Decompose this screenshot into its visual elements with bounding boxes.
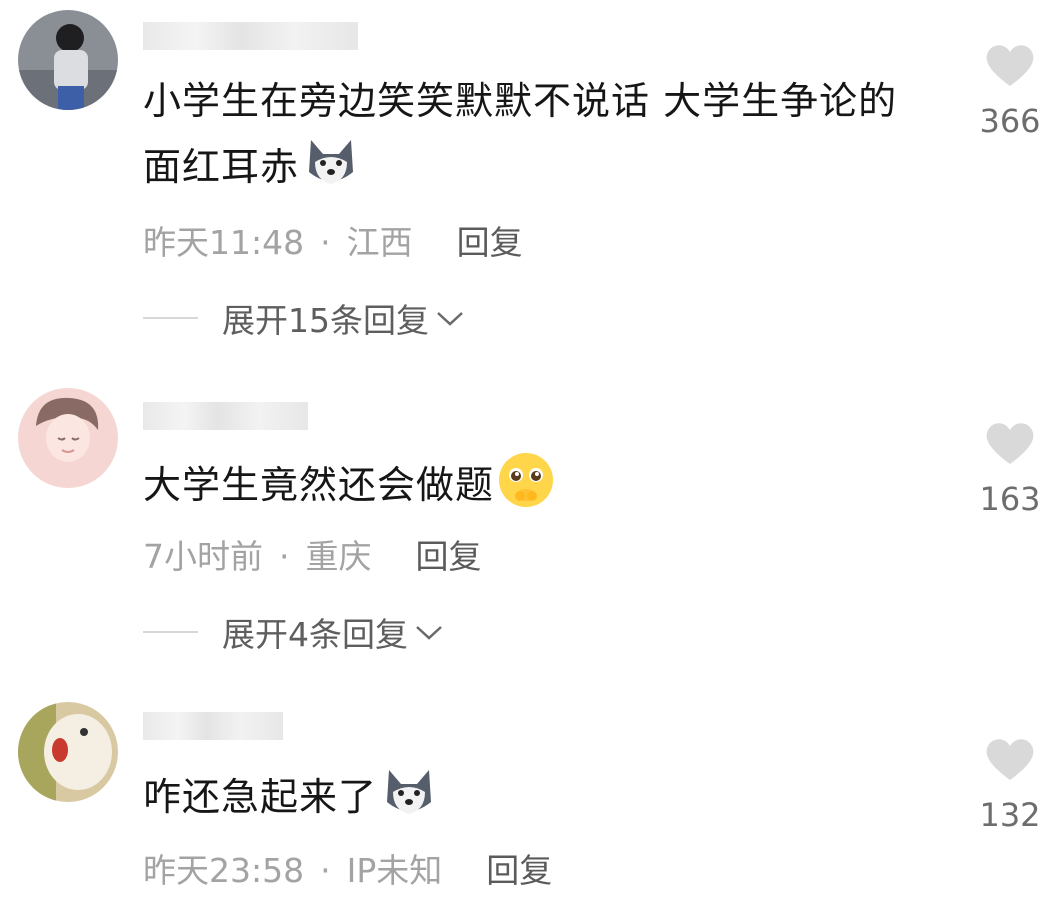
heart-icon[interactable] [984, 420, 1036, 466]
comment-item: 大学生竟然还会做题 7小时前 · 重庆 回复 展开4条回复 163 [0, 340, 1064, 670]
chevron-down-icon [437, 312, 463, 326]
comment-location: 重庆 [305, 537, 372, 576]
comment-item: 小学生在旁边笑笑默默不说话 大学生争论的面红耳赤 昨天11:48 · 江西 回复 展开… [0, 0, 1064, 340]
heart-icon[interactable] [984, 42, 1036, 88]
comment-location: 江西 [346, 223, 413, 262]
comment-meta: 昨天23:58 · IP未知 回复 [143, 844, 552, 892]
comment-text: 咋还急起来了 [143, 762, 933, 828]
comment-item: 咋还急起来了 昨天23:58 · IP未知 回复 132 [0, 670, 1064, 916]
comment-time: 7小时前 [143, 537, 263, 576]
divider-line [143, 631, 198, 633]
like-count: 163 [979, 480, 1041, 518]
meta-separator: · [279, 537, 290, 576]
reply-button[interactable]: 回复 [457, 223, 523, 262]
avatar[interactable] [18, 10, 118, 110]
comment-text-content: 小学生在旁边笑笑默默不说话 大学生争论的面红耳赤 [143, 79, 898, 189]
comment-text: 小学生在旁边笑笑默默不说话 大学生争论的面红耳赤 [143, 70, 933, 198]
comment-text-content: 大学生竟然还会做题 [143, 463, 495, 507]
like-count: 132 [979, 796, 1041, 834]
comment-time: 昨天23:58 [143, 851, 305, 890]
comment-time: 昨天11:48 [143, 223, 305, 262]
comment-location: IP未知 [346, 851, 443, 890]
meta-separator: · [320, 223, 331, 262]
chevron-down-icon [416, 626, 442, 640]
comment-text: 大学生竟然还会做题 [143, 450, 933, 516]
like-count: 366 [979, 102, 1041, 140]
avatar[interactable] [18, 702, 118, 802]
husky-dog-emoji [309, 140, 354, 184]
divider-line [143, 317, 198, 319]
username-blurred[interactable] [143, 712, 283, 740]
expand-replies-button[interactable]: 展开4条回复 [143, 608, 444, 656]
like-widget: 132 [970, 736, 1050, 834]
comment-text-content: 咋还急起来了 [143, 775, 378, 819]
comment-meta: 昨天11:48 · 江西 回复 [143, 216, 523, 264]
like-widget: 163 [970, 420, 1050, 518]
username-blurred[interactable] [143, 22, 358, 50]
meta-separator: · [320, 851, 331, 890]
avatar[interactable] [18, 388, 118, 488]
reply-button[interactable]: 回复 [486, 851, 552, 890]
expand-replies-button[interactable]: 展开15条回复 [143, 294, 465, 342]
comment-meta: 7小时前 · 重庆 回复 [143, 530, 482, 578]
reply-button[interactable]: 回复 [416, 537, 482, 576]
expand-replies-label: 展开15条回复 [222, 301, 429, 340]
heart-icon[interactable] [984, 736, 1036, 782]
pleading-face-emoji [499, 453, 554, 507]
like-widget: 366 [970, 42, 1050, 140]
username-blurred[interactable] [143, 402, 308, 430]
husky-dog-emoji [387, 770, 432, 814]
expand-replies-label: 展开4条回复 [222, 615, 408, 654]
